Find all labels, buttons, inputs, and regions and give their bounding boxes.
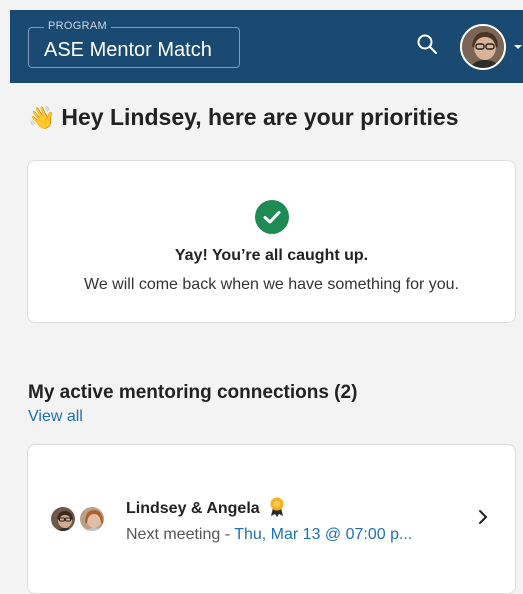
account-menu-button[interactable] bbox=[460, 24, 523, 70]
avatar bbox=[49, 505, 77, 533]
program-label: PROGRAM bbox=[44, 20, 111, 32]
connections-heading: My active mentoring connections (2) bbox=[28, 382, 358, 403]
greeting-text: Hey Lindsey, here are your priorities bbox=[61, 104, 459, 130]
avatar bbox=[78, 505, 106, 533]
next-meeting-link[interactable]: Thu, Mar 13 @ 07:00 p... bbox=[234, 526, 412, 543]
connection-name-text: Lindsey & Angela bbox=[126, 500, 260, 517]
connection-card[interactable]: Lindsey & Angela Next meeting - Thu, Mar… bbox=[27, 444, 516, 594]
priorities-card: Yay! You’re all caught up. We will come … bbox=[27, 160, 516, 323]
waving-hand-icon: 👋 bbox=[28, 105, 56, 130]
search-icon[interactable] bbox=[415, 32, 439, 56]
next-meeting: Next meeting - Thu, Mar 13 @ 07:00 p... bbox=[126, 526, 456, 544]
avatar bbox=[460, 24, 506, 70]
chevron-down-icon bbox=[514, 45, 522, 49]
top-app-bar: PROGRAM ASE Mentor Match bbox=[10, 10, 523, 83]
next-meeting-label: Next meeting - bbox=[126, 526, 235, 543]
page-title: 👋 Hey Lindsey, here are your priorities bbox=[28, 104, 459, 131]
chevron-right-icon bbox=[479, 510, 487, 524]
program-name: ASE Mentor Match bbox=[44, 39, 212, 61]
award-ribbon-icon bbox=[270, 497, 284, 517]
check-circle-icon bbox=[255, 200, 289, 234]
connection-avatars bbox=[49, 505, 109, 533]
view-all-link[interactable]: View all bbox=[28, 408, 83, 426]
caught-up-subtitle: We will come back when we have something… bbox=[84, 276, 459, 293]
caught-up-title: Yay! You’re all caught up. bbox=[174, 247, 369, 264]
connection-name: Lindsey & Angela bbox=[126, 497, 286, 518]
program-selector[interactable]: PROGRAM ASE Mentor Match bbox=[28, 20, 240, 68]
